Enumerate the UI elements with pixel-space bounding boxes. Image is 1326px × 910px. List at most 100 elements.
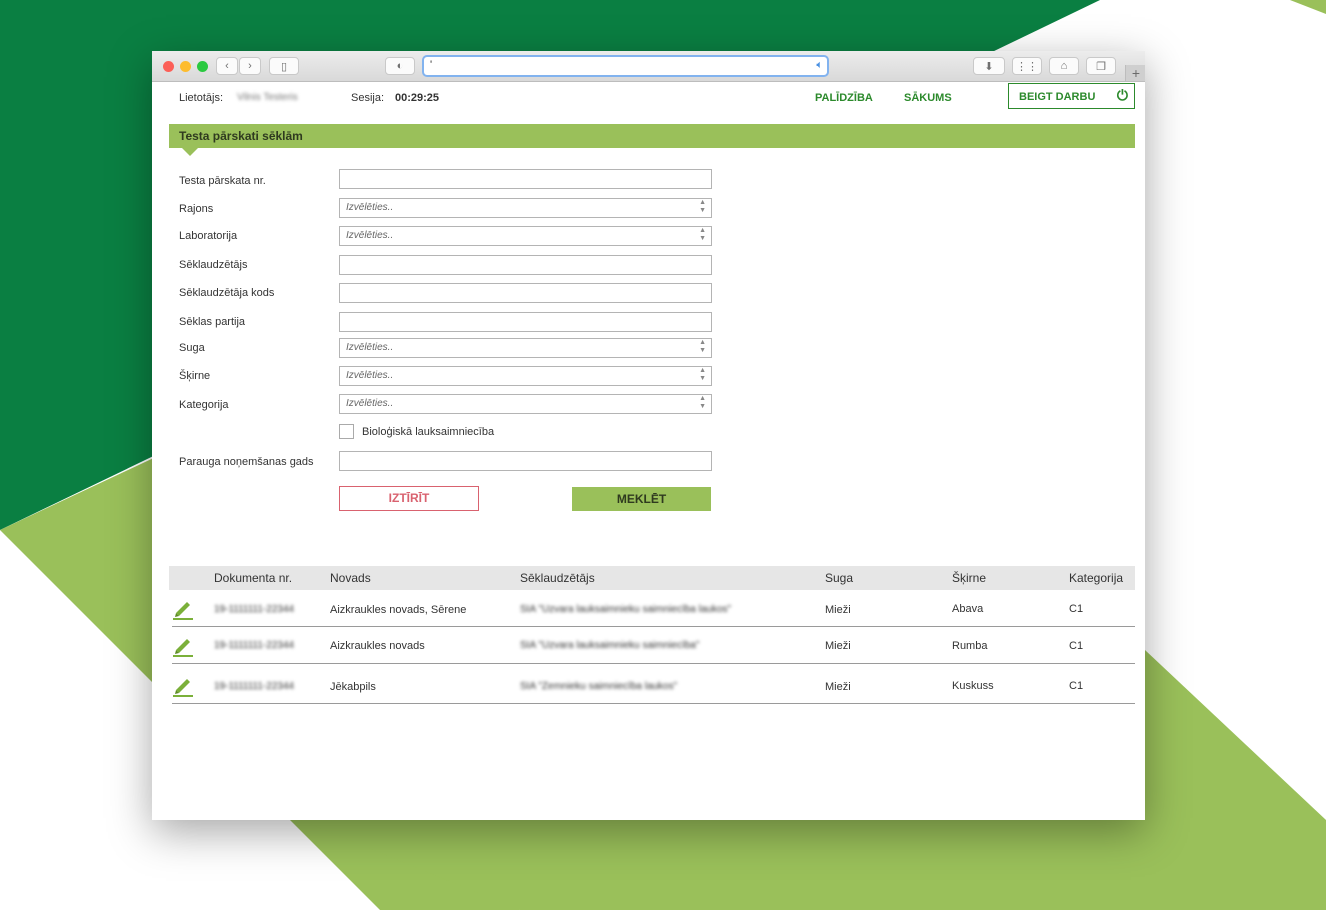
row-divider <box>172 663 1135 664</box>
downloads-button[interactable]: ⬇ <box>973 57 1005 75</box>
row-divider <box>172 626 1135 627</box>
sampling-year-label: Parauga noņemšanas gads <box>179 456 314 468</box>
seed-lot-input[interactable] <box>339 312 712 332</box>
updown-icon: ▲ ▼ <box>699 367 706 382</box>
row-region: Aizkraukles novads, Sērene <box>330 604 467 616</box>
row-doc-nr[interactable]: 19-1111111-22344 <box>214 604 294 615</box>
row-species: Mieži <box>825 640 851 652</box>
tabs-overview-button[interactable]: ❐ <box>1086 57 1116 75</box>
sidebar-toggle-button[interactable]: ▯ <box>269 57 299 75</box>
close-window-button[interactable] <box>163 61 174 72</box>
species-select[interactable]: Izvēlēties.. ▲ ▼ <box>339 338 712 358</box>
column-header-species[interactable]: Suga <box>825 571 853 585</box>
search-button[interactable]: MEKLĒT <box>572 487 711 511</box>
tabs-icon: ❐ <box>1096 60 1106 73</box>
row-category: C1 <box>1069 603 1084 615</box>
user-label: Lietotājs: <box>179 92 224 104</box>
session-time: 00:29:25 <box>395 92 440 104</box>
address-text: ' <box>430 59 433 71</box>
seed-producer-code-label: Sēklaudzētāja kods <box>179 287 275 299</box>
column-header-category[interactable]: Kategorija <box>1069 571 1123 585</box>
table-header <box>169 566 1135 590</box>
browser-toolbar: ‹ › ▯ ◐ ' 🔈︎ ⬇ ⋮⋮ ⌂ ❐ + <box>152 51 1145 82</box>
column-header-variety[interactable]: Šķirne <box>952 571 986 585</box>
row-category: C1 <box>1069 680 1084 692</box>
row-category: C1 <box>1069 640 1084 652</box>
row-variety: Abava <box>952 603 984 615</box>
zoom-window-button[interactable] <box>197 61 208 72</box>
seed-producer-input[interactable] <box>339 255 712 275</box>
laboratory-label: Laboratorija <box>179 230 238 242</box>
sidebar-icon: ▯ <box>280 60 288 73</box>
seed-producer-code-input[interactable] <box>339 283 712 303</box>
sampling-year-input[interactable] <box>339 451 712 471</box>
species-placeholder: Izvēlēties.. <box>346 342 394 353</box>
row-producer: SIA "Zemnieku saimniecība laukos" <box>520 681 678 692</box>
organic-checkbox[interactable] <box>339 424 354 439</box>
laboratory-select[interactable]: Izvēlēties.. ▲ ▼ <box>339 226 712 246</box>
section-notch <box>182 148 198 156</box>
category-select[interactable]: Izvēlēties.. ▲ ▼ <box>339 394 712 414</box>
logout-button[interactable]: BEIGT DARBU ⏻ <box>1008 83 1135 109</box>
organic-label: Bioloģiskā lauksaimniecība <box>362 426 495 438</box>
report-nr-input[interactable] <box>339 169 712 189</box>
edit-pencil-icon[interactable] <box>172 675 194 697</box>
row-variety: Kuskuss <box>952 680 994 692</box>
updown-icon: ▲ ▼ <box>699 339 706 354</box>
column-header-producer[interactable]: Sēklaudzētājs <box>520 571 595 585</box>
help-link[interactable]: PALĪDZĪBA <box>815 92 873 104</box>
updown-icon: ▲ ▼ <box>699 199 706 214</box>
column-header-doc[interactable]: Dokumenta nr. <box>214 571 292 585</box>
column-header-region[interactable]: Novads <box>330 571 371 585</box>
chevron-left-icon: ‹ <box>225 60 229 72</box>
download-icon: ⬇ <box>984 60 994 73</box>
row-producer: SIA "Uzvara lauksaimnieku saimniecība la… <box>520 604 732 615</box>
report-nr-label: Testa pārskata nr. <box>179 175 266 187</box>
row-doc-nr[interactable]: 19-1111111-22344 <box>214 681 294 692</box>
row-producer: SIA "Uzvara lauksaimnieku saimniecība" <box>520 640 700 651</box>
home-icon: ⌂ <box>1060 60 1068 72</box>
laboratory-placeholder: Izvēlēties.. <box>346 230 394 241</box>
privacy-button[interactable]: ◐ <box>385 57 415 75</box>
top-sites-button[interactable]: ⋮⋮ <box>1012 57 1042 75</box>
variety-placeholder: Izvēlēties.. <box>346 370 394 381</box>
clear-button[interactable]: IZTĪRĪT <box>339 486 479 511</box>
updown-icon: ▲ ▼ <box>699 227 706 242</box>
row-species: Mieži <box>825 604 851 616</box>
home-button[interactable]: ⌂ <box>1049 57 1079 75</box>
row-region: Jēkabpils <box>330 681 376 693</box>
seed-producer-label: Sēklaudzētājs <box>179 259 248 271</box>
row-divider <box>172 703 1135 704</box>
section-header: Testa pārskati sēklām <box>169 124 1135 148</box>
row-region: Aizkraukles novads <box>330 640 425 652</box>
row-species: Mieži <box>825 681 851 693</box>
row-variety: Rumba <box>952 640 988 652</box>
user-name: Vilnis Testeris <box>237 92 298 103</box>
grid-icon: ⋮⋮ <box>1016 60 1038 73</box>
session-label: Sesija: <box>351 92 385 104</box>
seed-lot-label: Sēklas partija <box>179 316 246 328</box>
district-select[interactable]: Izvēlēties.. ▲ ▼ <box>339 198 712 218</box>
forward-button[interactable]: › <box>239 57 261 75</box>
address-bar[interactable]: ' 🔈︎ <box>422 55 829 77</box>
logout-label: BEIGT DARBU <box>1019 91 1096 103</box>
new-tab-button[interactable]: + <box>1125 65 1145 81</box>
edit-pencil-icon[interactable] <box>172 635 194 657</box>
variety-label: Šķirne <box>179 370 211 382</box>
home-link[interactable]: SĀKUMS <box>904 92 952 104</box>
back-button[interactable]: ‹ <box>216 57 238 75</box>
page-title: Testa pārskati sēklām <box>179 129 303 143</box>
variety-select[interactable]: Izvēlēties.. ▲ ▼ <box>339 366 712 386</box>
shield-icon: ◐ <box>396 60 404 72</box>
speaker-icon[interactable]: 🔈︎ <box>816 59 823 72</box>
updown-icon: ▲ ▼ <box>699 395 706 410</box>
row-doc-nr[interactable]: 19-1111111-22344 <box>214 640 294 651</box>
minimize-window-button[interactable] <box>180 61 191 72</box>
browser-window: ‹ › ▯ ◐ ' 🔈︎ ⬇ ⋮⋮ ⌂ ❐ + Lietotājs: Vilni… <box>152 51 1145 820</box>
district-label: Rajons <box>179 203 214 215</box>
edit-pencil-icon[interactable] <box>172 598 194 620</box>
chevron-right-icon: › <box>248 60 252 72</box>
species-label: Suga <box>179 342 205 354</box>
power-icon: ⏻ <box>1116 87 1128 103</box>
category-placeholder: Izvēlēties.. <box>346 398 394 409</box>
